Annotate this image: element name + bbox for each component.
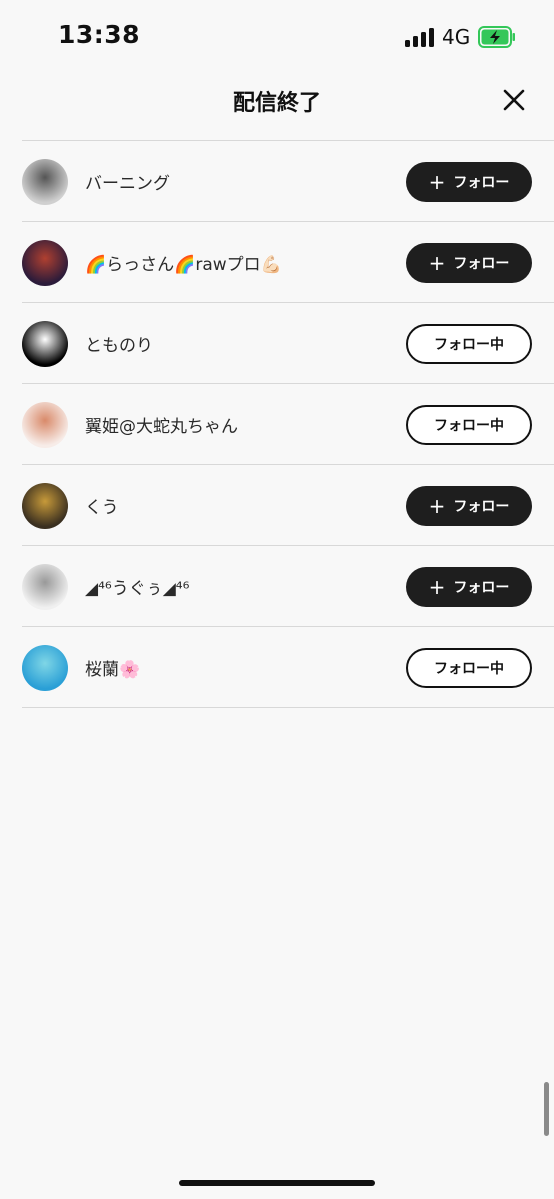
home-indicator[interactable] [179,1180,375,1186]
following-label: フォロー中 [434,337,504,353]
avatar[interactable] [22,483,68,529]
network-type: 4G [442,25,471,49]
list-item[interactable]: くう + フォロー [22,465,554,546]
signal-bars-icon [405,27,435,47]
list-item[interactable]: とものり フォロー中 [22,303,554,384]
plus-icon: + [428,494,446,518]
plus-icon: + [428,170,446,194]
list-item[interactable]: 桜蘭🌸 フォロー中 [22,627,554,708]
follow-button[interactable]: + フォロー [406,162,532,202]
header: 配信終了 [0,72,554,140]
avatar[interactable] [22,321,68,367]
avatar[interactable] [22,645,68,691]
follow-button[interactable]: + フォロー [406,486,532,526]
status-bar: 13:38 4G [0,0,554,72]
user-name[interactable]: バーニング [85,169,170,194]
list-item[interactable]: 🌈らっさん🌈rawプロ💪🏻 + フォロー [22,222,554,303]
user-name[interactable]: くう [85,493,119,518]
plus-icon: + [428,575,446,599]
user-name[interactable]: 翼姫@大蛇丸ちゃん [85,412,238,437]
close-button[interactable] [496,82,532,118]
user-name[interactable]: とものり [85,331,153,356]
following-button[interactable]: フォロー中 [406,405,532,445]
user-name[interactable]: 桜蘭🌸 [85,655,140,680]
page-title: 配信終了 [232,91,321,116]
avatar[interactable] [22,402,68,448]
follow-label: フォロー [453,580,510,596]
list-item[interactable]: ◢⁴⁶うぐぅ◢⁴⁶ + フォロー [22,546,554,627]
avatar[interactable] [22,564,68,610]
avatar[interactable] [22,240,68,286]
avatar[interactable] [22,159,68,205]
following-label: フォロー中 [434,418,504,434]
follow-button[interactable]: + フォロー [406,243,532,283]
user-name[interactable]: 🌈らっさん🌈rawプロ💪🏻 [85,250,282,275]
user-list: バーニング + フォロー 🌈らっさん🌈rawプロ💪🏻 + フォロー とものり フォロー中 翼姫@… [0,141,554,708]
status-time: 13:38 [58,20,141,49]
following-button[interactable]: フォロー中 [406,324,532,364]
battery-charging-icon [478,26,515,48]
list-item[interactable]: 翼姫@大蛇丸ちゃん フォロー中 [22,384,554,465]
plus-icon: + [428,251,446,275]
following-label: フォロー中 [434,661,504,677]
list-item[interactable]: バーニング + フォロー [22,141,554,222]
following-button[interactable]: フォロー中 [406,648,532,688]
follow-label: フォロー [453,175,510,191]
close-icon [503,89,525,111]
follow-label: フォロー [453,256,510,272]
scrollbar[interactable] [544,1082,549,1136]
follow-button[interactable]: + フォロー [406,567,532,607]
follow-label: フォロー [453,499,510,515]
user-name[interactable]: ◢⁴⁶うぐぅ◢⁴⁶ [85,574,189,599]
